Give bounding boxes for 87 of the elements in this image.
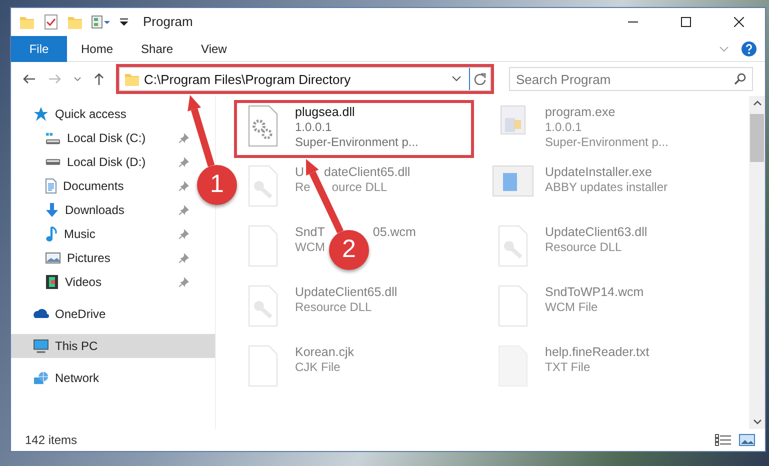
search-field[interactable]: Search Program — [509, 67, 753, 91]
file-detail: 1.0.0.1 — [295, 120, 332, 134]
file-detail: WCM File — [545, 300, 598, 314]
file-detail: 1.0.0.1 — [545, 120, 582, 134]
ribbon-tab[interactable]: View — [187, 36, 241, 62]
file-detail: Resource DLL — [295, 300, 372, 314]
file-name: program.exe — [545, 105, 616, 119]
drive-icon — [45, 158, 61, 166]
film-strip-icon — [45, 274, 59, 290]
forward-arrow-icon — [49, 74, 61, 84]
sidebar-item[interactable]: Pictures — [11, 246, 195, 270]
dropdown-caret-icon[interactable] — [452, 76, 461, 82]
caret-icon — [74, 77, 80, 81]
sidebar-item[interactable]: Videos — [11, 270, 195, 294]
pointer-arrow — [188, 95, 215, 167]
sidebar-item[interactable]: OneDrive — [11, 302, 112, 326]
file-detail: WCM — [295, 240, 325, 254]
help-icon[interactable] — [741, 40, 757, 56]
sidebar-item[interactable]: Documents — [11, 174, 195, 198]
sidebar-item[interactable]: Local Disk (C:) — [11, 126, 195, 150]
file-detail: ABBY updates installer — [545, 180, 668, 194]
search-icon — [734, 73, 746, 85]
cloud-icon — [33, 309, 49, 319]
file-name: dateClient65.dll — [324, 165, 410, 179]
file-detail: Re — [295, 180, 310, 194]
up-arrow-icon — [94, 73, 104, 85]
customize-toolbar-icon[interactable] — [119, 17, 129, 27]
ribbon-tab[interactable]: File — [11, 36, 67, 62]
file-detail: Resource DLL — [545, 240, 622, 254]
sidebar-item[interactable]: Music — [11, 222, 195, 246]
refresh-icon — [474, 73, 486, 85]
file-name: 05.wcm — [372, 225, 416, 239]
drive-icon — [45, 132, 61, 144]
star-icon — [33, 106, 49, 122]
vertical-scrollbar[interactable] — [749, 96, 765, 429]
ribbon-tab[interactable]: Share — [127, 36, 188, 62]
window-title: Program — [143, 13, 193, 32]
installer-window-icon — [492, 165, 534, 197]
download-arrow-icon — [45, 202, 59, 218]
file-name: U — [295, 165, 304, 179]
music-note-icon — [45, 226, 58, 242]
item-count: 142 items — [25, 432, 78, 449]
file-detail: Super-Environment p... — [295, 135, 418, 149]
file-name: UpdateClient65.dll — [295, 285, 398, 299]
document-icon — [45, 178, 57, 194]
file-name: Korean.cjk — [295, 345, 354, 359]
sidebar-item[interactable]: This PC — [11, 334, 215, 358]
file-detail: CJK File — [295, 360, 340, 374]
large-icons-view-icon[interactable] — [739, 434, 755, 446]
file-name: UpdateInstaller.exe — [545, 165, 652, 179]
details-view-icon[interactable] — [715, 434, 731, 446]
sidebar-item[interactable]: Network — [11, 366, 106, 390]
application-icon — [500, 105, 526, 135]
minimize-icon — [628, 21, 638, 23]
folder-icon — [124, 71, 140, 87]
scroll-up-icon[interactable] — [752, 100, 762, 106]
key-file-icon — [248, 165, 278, 207]
scrollbar-thumb[interactable] — [750, 114, 764, 162]
key-file-icon — [248, 285, 278, 327]
blank-file-icon — [248, 225, 278, 267]
sidebar-item[interactable]: Quick access — [11, 102, 132, 126]
ribbon-tab[interactable]: Home — [67, 36, 128, 62]
file-detail: TXT File — [545, 360, 590, 374]
file-name: plugsea.dll — [295, 105, 355, 119]
blank-file-icon — [248, 345, 278, 387]
close-icon — [734, 17, 744, 27]
file-name: help.fineReader.txt — [545, 345, 650, 359]
file-item[interactable]: plugsea.dll 1.0.0.1 Super-Environment p... — [234, 100, 474, 158]
computer-icon — [33, 339, 49, 353]
sidebar-item[interactable]: Local Disk (D:) — [11, 150, 195, 174]
sidebar-item[interactable]: Downloads — [11, 198, 195, 222]
file-name: SndT — [295, 225, 325, 239]
file-name: SndToWP14.wcm — [545, 285, 644, 299]
file-name: UpdateClient63.dll — [545, 225, 648, 239]
maximize-icon — [680, 17, 690, 27]
scroll-down-icon[interactable] — [752, 419, 762, 425]
picture-icon — [45, 252, 61, 264]
properties-icon[interactable] — [91, 14, 111, 30]
network-icon — [33, 371, 49, 385]
file-detail: Super-Environment p... — [545, 135, 668, 149]
back-arrow-icon — [23, 74, 35, 84]
file-detail: ource DLL — [332, 180, 388, 194]
checklist-icon[interactable] — [43, 14, 59, 30]
key-file-icon — [498, 225, 528, 267]
address-field[interactable]: C:\Program Files\Program Directory — [119, 67, 491, 91]
blank-file-icon — [498, 285, 528, 327]
gear-file-icon — [248, 105, 278, 147]
